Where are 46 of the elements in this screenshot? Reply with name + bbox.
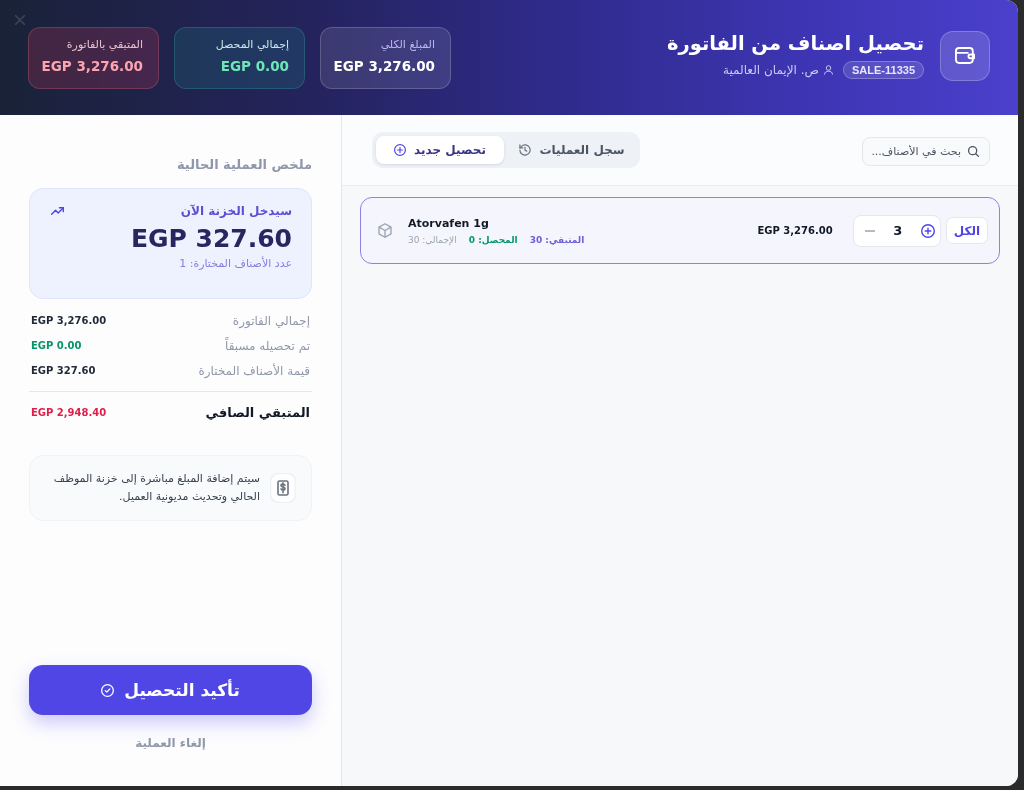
note-text: سيتم إضافة المبلغ مباشرة إلى خزنة الموظف الحالي وتحديث مديونية العميل. <box>52 470 260 505</box>
summary-value: EGP 327.60 <box>31 365 96 376</box>
summary-label: المتبقي الصافي <box>205 404 310 420</box>
highlight-amount: EGP 327.60 <box>129 224 292 253</box>
invoice-badge: SALE-11335 <box>843 61 924 79</box>
item-count: الإجمالي: 30 <box>408 234 457 245</box>
user-icon <box>824 65 833 75</box>
summary-label: إجمالي الفاتورة <box>232 313 310 328</box>
stat-value: EGP 3,276.00 <box>332 56 435 75</box>
stat-value: EGP 0.00 <box>219 56 289 75</box>
check-circle-icon <box>101 683 115 697</box>
summary-label: تم تحصيله مسبقاً <box>225 338 310 353</box>
summary-value: EGP 2,948.40 <box>31 406 107 418</box>
selected-count: عدد الأصناف المختارة: 1 <box>178 257 292 270</box>
stat-value: EGP 3,276.00 <box>40 56 143 75</box>
history-icon <box>519 144 532 156</box>
search-icon <box>968 145 979 157</box>
confirm-button[interactable]: تأكيد التحصيل <box>29 665 312 715</box>
stat-label: إجمالي المحصل <box>214 37 289 51</box>
quantity-value[interactable]: 3 <box>893 223 903 238</box>
search-field[interactable]: بحث في الأصناف... <box>862 136 990 166</box>
summary-heading: ملخص العملية الحالية <box>175 157 312 172</box>
wallet-icon <box>940 30 990 81</box>
minus-icon[interactable] <box>864 229 875 232</box>
summary-value: EGP 3,276.00 <box>31 315 107 326</box>
item-count: المتبقي: 30 <box>529 234 585 245</box>
dollar-note-icon <box>270 473 296 503</box>
item-name: Atorvafen 1g <box>408 216 490 230</box>
stat-label: المتبقي بالفاتورة <box>65 37 143 51</box>
tab[interactable]: تحصيل جديد <box>376 136 504 164</box>
dialog-title: تحصيل اصناف من الفاتورة <box>666 32 924 55</box>
trending-up-icon <box>51 207 64 215</box>
stat-label: المبلغ الكلي <box>379 37 435 51</box>
quantity-stepper[interactable]: 3 <box>852 214 941 247</box>
plus-circle-icon <box>394 144 407 156</box>
cube-icon <box>378 223 392 238</box>
customer-name: ص. الإيمان العالمية <box>723 63 819 77</box>
item-price: EGP 3,276.00 <box>757 225 833 236</box>
close-icon[interactable] <box>15 15 25 25</box>
select-all-button[interactable]: الكل <box>945 217 988 244</box>
tab[interactable]: سجل العمليات <box>508 136 636 164</box>
item-count: المحصل: 0 <box>468 234 518 245</box>
highlight-label: سيدخل الخزنة الآن <box>180 204 292 218</box>
plus-circle-icon[interactable] <box>920 223 935 238</box>
summary-value: EGP 0.00 <box>31 340 82 351</box>
summary-label: قيمة الأصناف المختارة <box>198 363 310 378</box>
